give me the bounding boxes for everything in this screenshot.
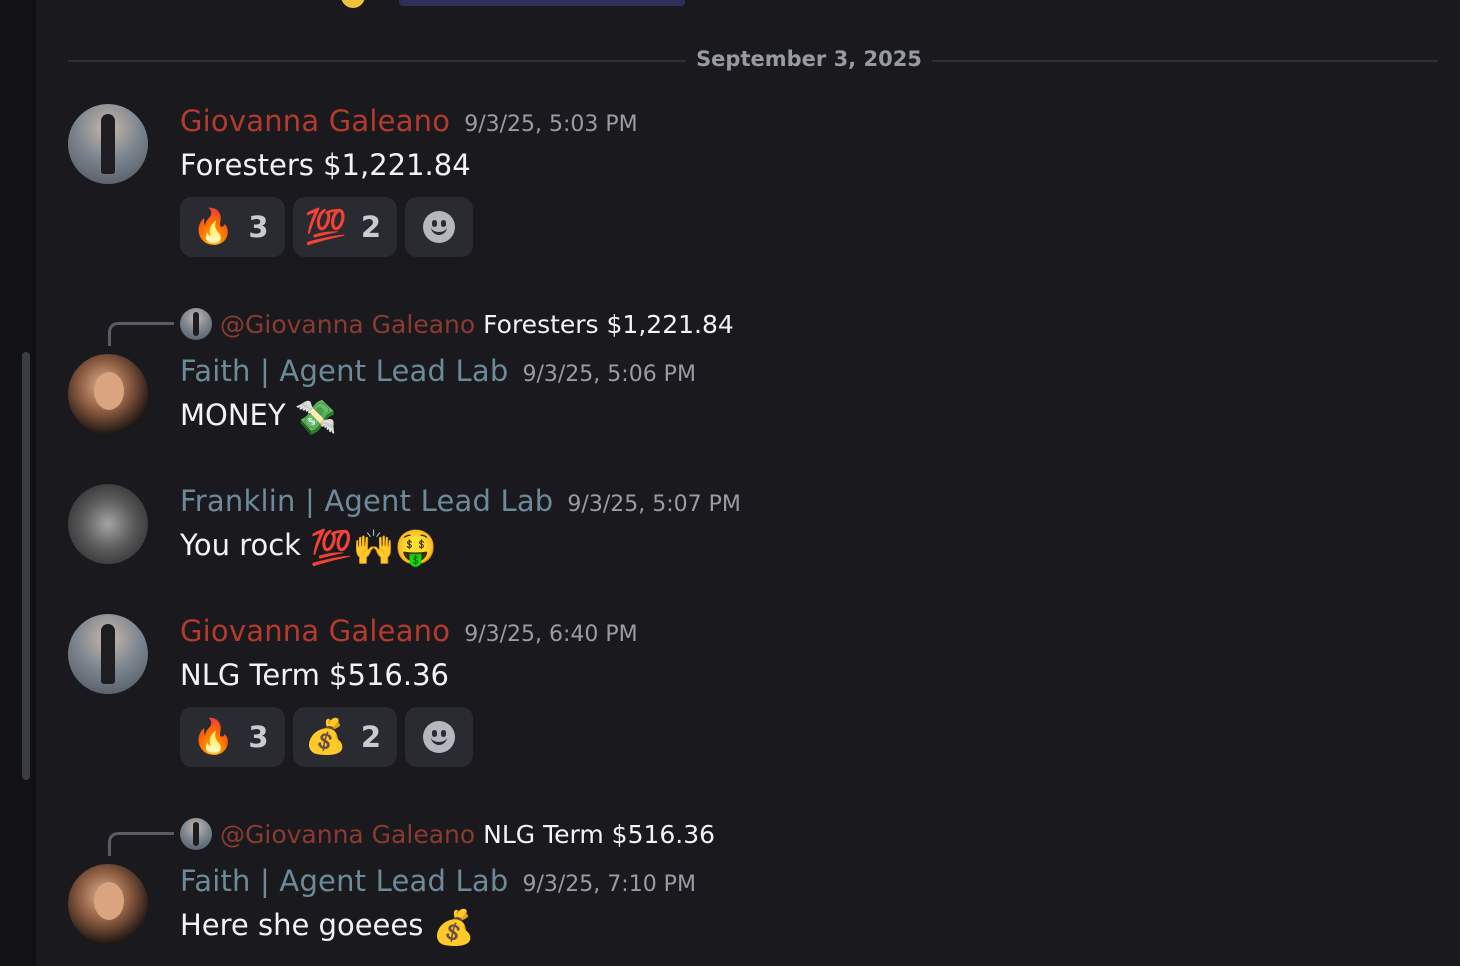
left-rail [0,0,36,966]
reaction-fire[interactable]: 🔥 3 [180,707,285,767]
message-header: Franklin | Agent Lead Lab 9/3/25, 5:07 PM [180,484,741,518]
timestamp[interactable]: 9/3/25, 5:07 PM [567,492,740,517]
username[interactable]: Giovanna Galeano [180,614,450,648]
reply-avatar [180,308,212,340]
reaction-count: 3 [248,210,269,244]
add-reaction-button[interactable] [405,197,474,257]
message-content: Foresters $1,221.84 [180,148,471,182]
message-header: Faith | Agent Lead Lab 9/3/25, 5:06 PM [180,354,696,388]
message-text: MONEY [180,398,286,432]
reply-connector [108,832,174,856]
avatar[interactable] [68,354,148,434]
username[interactable]: Giovanna Galeano [180,104,450,138]
avatar-figure [101,114,115,174]
message-content: MONEY 💸 [180,398,337,438]
username[interactable]: Faith | Agent Lead Lab [180,864,508,898]
reply-avatar [180,818,212,850]
message-content: Here she goeees 💰 [180,908,475,948]
money-with-wings-icon: 💸 [294,398,338,438]
reply-preview[interactable]: @Giovanna Galeano NLG Term $516.36 [180,818,715,850]
message-header: Giovanna Galeano 9/3/25, 6:40 PM [180,614,638,648]
fire-icon: 🔥 [192,207,235,247]
avatar-face [94,882,124,920]
reaction-fire[interactable]: 🔥 3 [180,197,285,257]
avatar-face [94,372,124,410]
reactions: 🔥 3 💯 2 [180,197,474,257]
reaction-count: 3 [248,720,269,754]
date-divider: September 3, 2025 [36,47,1460,71]
smile-icon [423,211,456,243]
reply-preview[interactable]: @Giovanna Galeano Foresters $1,221.84 [180,308,734,340]
avatar-figure [101,624,115,684]
reply-text[interactable]: NLG Term $516.36 [483,820,715,849]
avatar[interactable] [68,484,148,564]
message[interactable]: Giovanna Galeano 9/3/25, 5:03 PM Forester… [68,104,1460,264]
message-content: You rock 💯🙌🤑 [180,528,437,568]
reaction-count: 2 [360,210,382,244]
date-divider-line [68,60,1438,62]
message-text: Here she goeees [180,908,424,942]
chat-area: September 3, 2025 Giovanna Galeano 9/3/25… [36,0,1460,966]
reaction-hundred[interactable]: 💯 2 [292,197,398,257]
reaction-count: 2 [360,720,382,754]
username[interactable]: Faith | Agent Lead Lab [180,354,508,388]
message[interactable]: Faith | Agent Lead Lab 9/3/25, 5:06 PM MO… [68,354,1460,444]
timestamp[interactable]: 9/3/25, 6:40 PM [464,622,637,647]
money-bag-icon: 💰 [304,717,347,757]
reply-connector [108,322,174,346]
avatar[interactable] [68,614,148,694]
reply-mention[interactable]: @Giovanna Galeano [220,310,475,339]
emoji-group-icon: 💯🙌🤑 [310,528,438,568]
username[interactable]: Franklin | Agent Lead Lab [180,484,553,518]
message-content: NLG Term $516.36 [180,658,449,692]
timestamp[interactable]: 9/3/25, 5:06 PM [522,362,695,387]
partial-embed [399,0,685,6]
message[interactable]: Giovanna Galeano 9/3/25, 6:40 PM NLG Term… [68,614,1460,774]
reply-text[interactable]: Foresters $1,221.84 [483,310,734,339]
timestamp[interactable]: 9/3/25, 7:10 PM [522,872,695,897]
message-header: Giovanna Galeano 9/3/25, 5:03 PM [180,104,638,138]
fire-icon: 🔥 [192,717,235,757]
scrollbar-thumb[interactable] [22,352,30,780]
avatar[interactable] [68,104,148,184]
reply-mention[interactable]: @Giovanna Galeano [220,820,475,849]
avatar[interactable] [68,864,148,944]
timestamp[interactable]: 9/3/25, 5:03 PM [464,112,637,137]
message[interactable]: Faith | Agent Lead Lab 9/3/25, 7:10 PM He… [68,864,1460,954]
hundred-points-icon: 💯 [304,207,347,247]
message-header: Faith | Agent Lead Lab 9/3/25, 7:10 PM [180,864,696,898]
message-text: You rock [180,528,301,562]
reaction-money-bag[interactable]: 💰 2 [292,707,398,767]
date-divider-label: September 3, 2025 [686,47,932,71]
smile-icon [423,721,456,753]
add-reaction-button[interactable] [405,707,474,767]
money-bag-icon: 💰 [432,908,475,948]
partial-emoji [341,0,365,8]
reactions: 🔥 3 💰 2 [180,707,474,767]
message[interactable]: Franklin | Agent Lead Lab 9/3/25, 5:07 PM… [68,484,1460,574]
